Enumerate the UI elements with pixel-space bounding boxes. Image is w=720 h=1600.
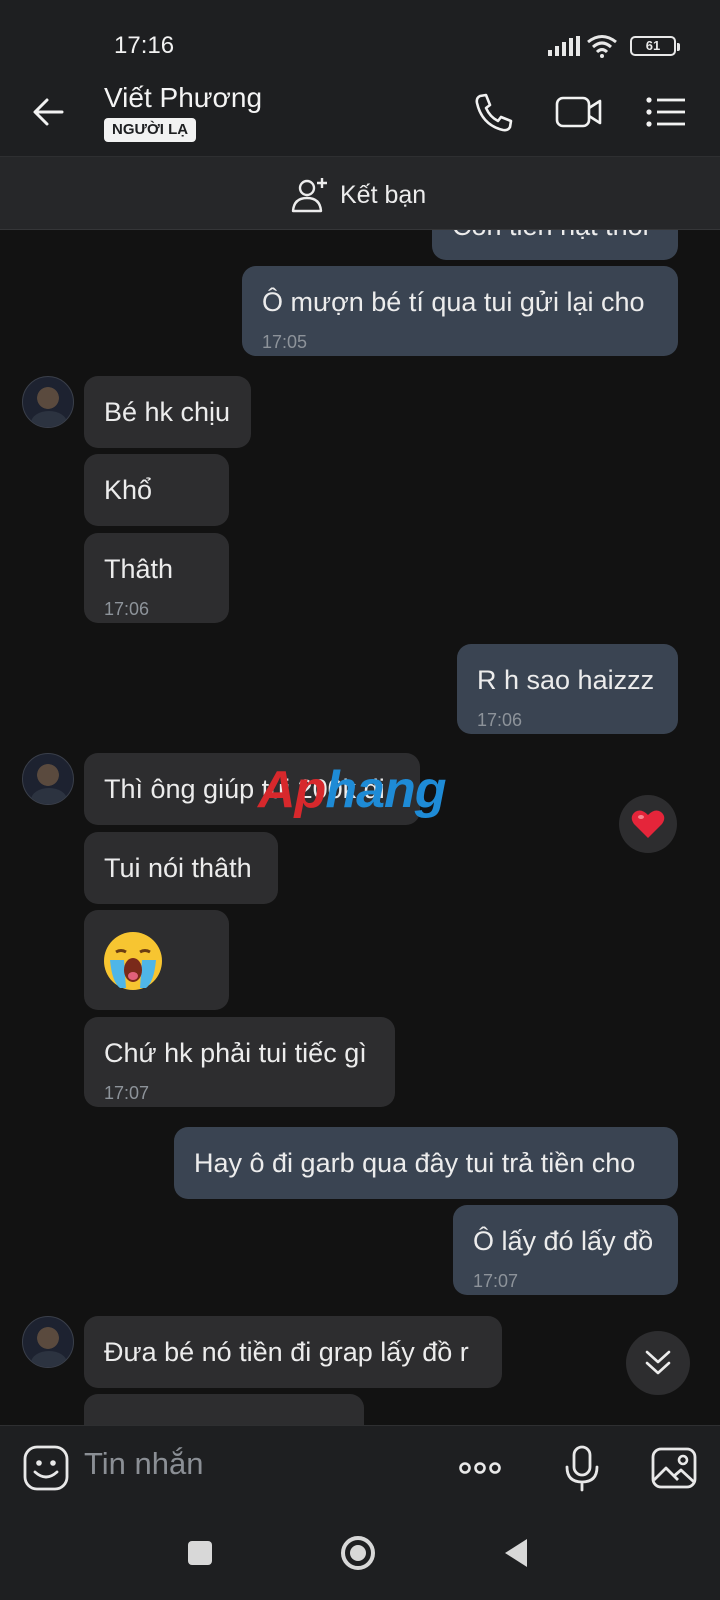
message-list[interactable]: Còn tiền hạt thôi Ô mượn bé tí qua tui g… — [0, 230, 720, 1425]
message-bubble-incoming[interactable]: Đưa bé nó tiền đi grap lấy đồ r — [84, 1316, 502, 1388]
watermark-logo: Aphang — [258, 761, 447, 819]
scroll-to-bottom-button[interactable] — [626, 1331, 690, 1395]
status-time: 17:16 — [114, 32, 175, 59]
back-triangle-icon[interactable] — [497, 1533, 537, 1573]
video-call-icon[interactable] — [555, 90, 603, 134]
add-friend-label: Kết bạn — [340, 180, 427, 209]
back-arrow-icon[interactable] — [28, 90, 72, 134]
message-text: Thâth — [104, 554, 174, 584]
more-options-icon[interactable] — [456, 1444, 504, 1492]
message-text: Bé hk chịu — [104, 397, 231, 427]
message-bubble-incoming[interactable]: Chứ hk phải tui tiếc gì 17:07 — [84, 1017, 395, 1107]
contact-avatar[interactable] — [22, 1316, 74, 1368]
add-friend-icon — [291, 178, 327, 213]
system-navigation-bar — [0, 1509, 720, 1600]
wifi-icon — [587, 35, 617, 58]
message-bubble-outgoing[interactable]: Hay ô đi garb qua đây tui trả tiền cho — [174, 1127, 678, 1199]
message-time: 17:07 — [104, 1083, 150, 1103]
message-text: Hay ô đi garb qua đây tui trả tiền cho — [194, 1148, 636, 1178]
battery-level: 61 — [645, 38, 661, 53]
add-friend-button[interactable]: Kết bạn — [290, 175, 426, 215]
message-text: Tui nói thâth — [104, 853, 252, 883]
message-bubble-incoming[interactable]: Bé hk chịu — [84, 376, 251, 448]
message-bubble-incoming[interactable] — [84, 1394, 364, 1425]
status-bar: 17:16 61 — [0, 0, 720, 68]
message-bubble-outgoing[interactable]: Ô mượn bé tí qua tui gửi lại cho 17:05 — [242, 266, 678, 356]
message-input[interactable]: Tin nhắn — [84, 1446, 204, 1482]
sticker-emoji-icon[interactable] — [22, 1444, 70, 1492]
crying-face-emoji-icon — [104, 932, 162, 990]
message-text: Khổ — [104, 475, 153, 505]
message-text: Chứ hk phải tui tiếc gì — [104, 1038, 367, 1068]
heart-icon — [631, 810, 665, 838]
message-text: Ô mượn bé tí qua tui gửi lại cho — [262, 287, 645, 317]
contact-name[interactable]: Viết Phương — [104, 82, 262, 114]
contact-avatar[interactable] — [22, 376, 74, 428]
message-text: Ô lấy đó lấy đồ — [473, 1226, 654, 1256]
home-circle-icon[interactable] — [338, 1533, 378, 1573]
contact-avatar[interactable] — [22, 753, 74, 805]
message-time: 17:05 — [262, 332, 308, 352]
message-time: 17:07 — [473, 1271, 519, 1291]
recents-square-icon[interactable] — [180, 1533, 220, 1573]
message-bubble-outgoing[interactable]: Ô lấy đó lấy đồ 17:07 — [453, 1205, 678, 1295]
signal-icon — [548, 36, 580, 56]
battery-icon: 61 — [630, 36, 680, 56]
message-composer: Tin nhắn — [0, 1425, 720, 1509]
message-bubble-incoming[interactable]: Thâth 17:06 — [84, 533, 229, 623]
stranger-badge: NGƯỜI LẠ — [104, 118, 197, 142]
message-text: Còn tiền hạt thôi — [452, 230, 658, 244]
add-friend-bar: Kết bạn — [0, 156, 720, 230]
phone-call-icon[interactable] — [470, 90, 518, 134]
message-time: 17:06 — [104, 599, 150, 619]
message-bubble-incoming[interactable]: Tui nói thâth — [84, 832, 278, 904]
chat-header: Viết Phương NGƯỜI LẠ — [0, 68, 720, 156]
options-list-icon[interactable] — [642, 90, 690, 134]
message-text: Đưa bé nó tiền đi grap lấy đồ r — [104, 1337, 469, 1367]
microphone-icon[interactable] — [558, 1444, 606, 1492]
message-bubble-incoming[interactable] — [84, 910, 229, 1010]
message-bubble-outgoing[interactable]: Còn tiền hạt thôi — [432, 230, 678, 260]
message-bubble-incoming[interactable]: Khổ — [84, 454, 229, 526]
message-time: 17:06 — [477, 710, 523, 730]
message-bubble-outgoing[interactable]: R h sao haizzz 17:06 — [457, 644, 678, 734]
double-chevron-down-icon — [645, 1350, 671, 1375]
message-text: R h sao haizzz — [477, 665, 655, 695]
image-gallery-icon[interactable] — [650, 1444, 698, 1492]
heart-reaction[interactable] — [619, 795, 677, 853]
